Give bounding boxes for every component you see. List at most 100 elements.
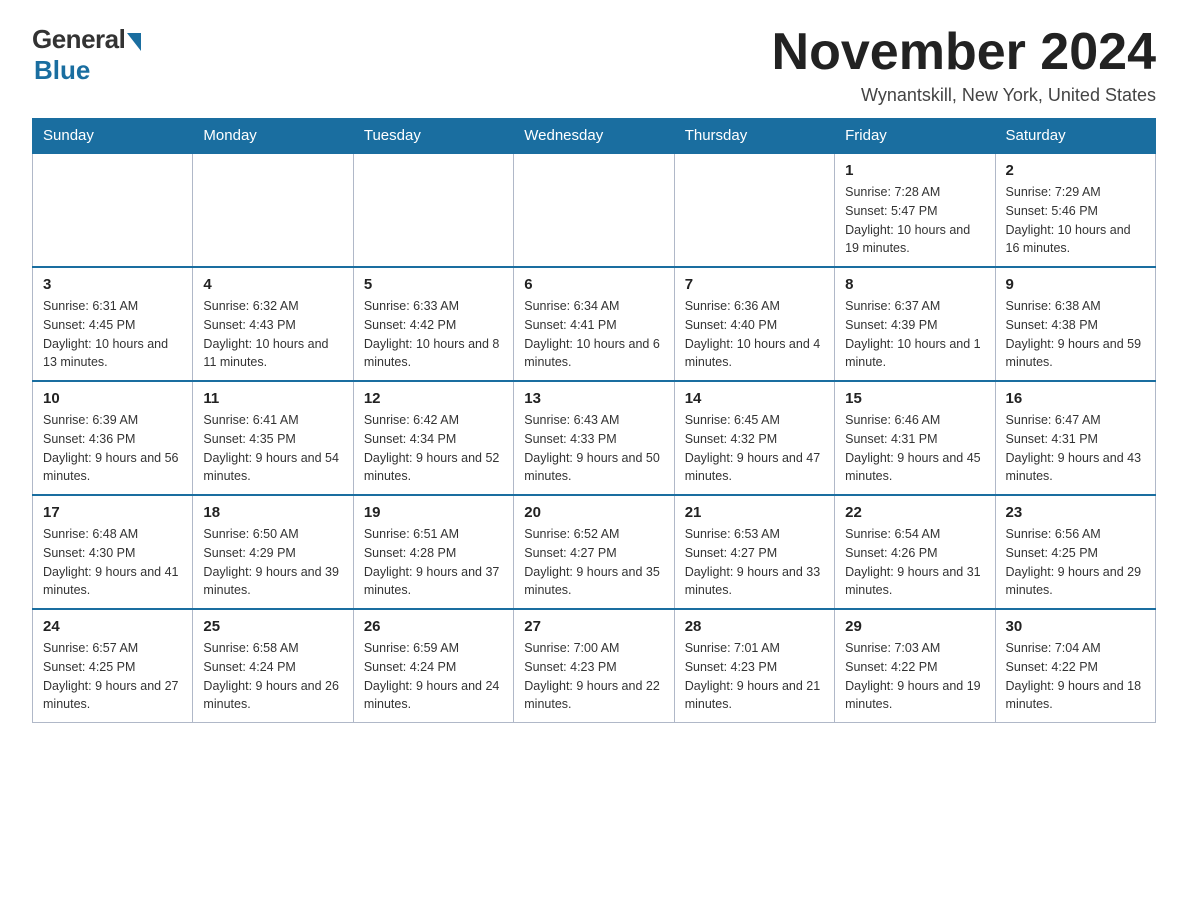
day-number: 9: [1006, 276, 1145, 293]
day-number: 7: [685, 276, 824, 293]
day-info: Sunrise: 6:51 AMSunset: 4:28 PMDaylight:…: [364, 525, 503, 600]
column-header-saturday: Saturday: [995, 119, 1155, 154]
calendar-cell: 18 Sunrise: 6:50 AMSunset: 4:29 PMDayligh…: [193, 495, 353, 609]
day-number: 24: [43, 618, 182, 635]
logo-blue-text: Blue: [34, 55, 90, 86]
day-info: Sunrise: 6:37 AMSunset: 4:39 PMDaylight:…: [845, 297, 984, 372]
calendar-cell: [33, 153, 193, 267]
calendar-cell: 3 Sunrise: 6:31 AMSunset: 4:45 PMDaylight…: [33, 267, 193, 381]
day-number: 23: [1006, 504, 1145, 521]
day-info: Sunrise: 6:47 AMSunset: 4:31 PMDaylight:…: [1006, 411, 1145, 486]
day-number: 3: [43, 276, 182, 293]
day-info: Sunrise: 6:56 AMSunset: 4:25 PMDaylight:…: [1006, 525, 1145, 600]
day-number: 11: [203, 390, 342, 407]
day-info: Sunrise: 6:43 AMSunset: 4:33 PMDaylight:…: [524, 411, 663, 486]
calendar-header-row: SundayMondayTuesdayWednesdayThursdayFrid…: [33, 119, 1156, 154]
calendar-cell: 17Sunrise: 6:48 AMSunset: 4:30 PMDayligh…: [33, 495, 193, 609]
day-number: 16: [1006, 390, 1145, 407]
calendar-cell: 7 Sunrise: 6:36 AMSunset: 4:40 PMDaylight…: [674, 267, 834, 381]
calendar-cell: 21 Sunrise: 6:53 AMSunset: 4:27 PMDayligh…: [674, 495, 834, 609]
column-header-sunday: Sunday: [33, 119, 193, 154]
calendar-cell: 30Sunrise: 7:04 AMSunset: 4:22 PMDayligh…: [995, 609, 1155, 723]
day-number: 5: [364, 276, 503, 293]
day-info: Sunrise: 6:42 AMSunset: 4:34 PMDaylight:…: [364, 411, 503, 486]
calendar-cell: 19 Sunrise: 6:51 AMSunset: 4:28 PMDayligh…: [353, 495, 513, 609]
day-number: 4: [203, 276, 342, 293]
calendar-cell: 22Sunrise: 6:54 AMSunset: 4:26 PMDayligh…: [835, 495, 995, 609]
calendar-cell: 15Sunrise: 6:46 AMSunset: 4:31 PMDayligh…: [835, 381, 995, 495]
title-block: November 2024 Wynantskill, New York, Uni…: [772, 24, 1156, 106]
day-info: Sunrise: 6:53 AMSunset: 4:27 PMDaylight:…: [685, 525, 824, 600]
calendar-cell: 28 Sunrise: 7:01 AMSunset: 4:23 PMDayligh…: [674, 609, 834, 723]
day-number: 1: [845, 162, 984, 179]
day-info: Sunrise: 7:29 AMSunset: 5:46 PMDaylight:…: [1006, 183, 1145, 258]
calendar-cell: 10Sunrise: 6:39 AMSunset: 4:36 PMDayligh…: [33, 381, 193, 495]
day-info: Sunrise: 6:32 AMSunset: 4:43 PMDaylight:…: [203, 297, 342, 372]
month-title: November 2024: [772, 24, 1156, 81]
calendar-cell: 14 Sunrise: 6:45 AMSunset: 4:32 PMDayligh…: [674, 381, 834, 495]
calendar-cell: 13 Sunrise: 6:43 AMSunset: 4:33 PMDayligh…: [514, 381, 674, 495]
column-header-wednesday: Wednesday: [514, 119, 674, 154]
day-number: 28: [685, 618, 824, 635]
day-number: 14: [685, 390, 824, 407]
calendar-cell: 4 Sunrise: 6:32 AMSunset: 4:43 PMDaylight…: [193, 267, 353, 381]
day-info: Sunrise: 6:45 AMSunset: 4:32 PMDaylight:…: [685, 411, 824, 486]
calendar-cell: 2 Sunrise: 7:29 AMSunset: 5:46 PMDaylight…: [995, 153, 1155, 267]
location-text: Wynantskill, New York, United States: [772, 85, 1156, 106]
week-row-4: 17Sunrise: 6:48 AMSunset: 4:30 PMDayligh…: [33, 495, 1156, 609]
day-info: Sunrise: 6:41 AMSunset: 4:35 PMDaylight:…: [203, 411, 342, 486]
day-number: 30: [1006, 618, 1145, 635]
logo: General Blue: [32, 24, 141, 86]
calendar-cell: 20 Sunrise: 6:52 AMSunset: 4:27 PMDayligh…: [514, 495, 674, 609]
calendar-cell: 27 Sunrise: 7:00 AMSunset: 4:23 PMDayligh…: [514, 609, 674, 723]
day-number: 2: [1006, 162, 1145, 179]
calendar-cell: [193, 153, 353, 267]
calendar-cell: 9Sunrise: 6:38 AMSunset: 4:38 PMDaylight…: [995, 267, 1155, 381]
day-number: 29: [845, 618, 984, 635]
column-header-monday: Monday: [193, 119, 353, 154]
day-info: Sunrise: 6:50 AMSunset: 4:29 PMDaylight:…: [203, 525, 342, 600]
calendar-cell: 12 Sunrise: 6:42 AMSunset: 4:34 PMDayligh…: [353, 381, 513, 495]
column-header-thursday: Thursday: [674, 119, 834, 154]
day-number: 19: [364, 504, 503, 521]
calendar-cell: 11 Sunrise: 6:41 AMSunset: 4:35 PMDayligh…: [193, 381, 353, 495]
day-info: Sunrise: 6:57 AMSunset: 4:25 PMDaylight:…: [43, 639, 182, 714]
logo-arrow-icon: [127, 33, 141, 51]
day-number: 18: [203, 504, 342, 521]
calendar-cell: 6Sunrise: 6:34 AMSunset: 4:41 PMDaylight…: [514, 267, 674, 381]
day-number: 21: [685, 504, 824, 521]
column-header-friday: Friday: [835, 119, 995, 154]
calendar-cell: 29 Sunrise: 7:03 AMSunset: 4:22 PMDayligh…: [835, 609, 995, 723]
day-number: 6: [524, 276, 663, 293]
calendar-cell: [353, 153, 513, 267]
day-info: Sunrise: 6:31 AMSunset: 4:45 PMDaylight:…: [43, 297, 182, 372]
day-number: 22: [845, 504, 984, 521]
calendar-cell: [514, 153, 674, 267]
day-info: Sunrise: 6:52 AMSunset: 4:27 PMDaylight:…: [524, 525, 663, 600]
day-number: 17: [43, 504, 182, 521]
week-row-2: 3 Sunrise: 6:31 AMSunset: 4:45 PMDaylight…: [33, 267, 1156, 381]
day-info: Sunrise: 7:00 AMSunset: 4:23 PMDaylight:…: [524, 639, 663, 714]
day-number: 20: [524, 504, 663, 521]
day-number: 12: [364, 390, 503, 407]
day-info: Sunrise: 6:36 AMSunset: 4:40 PMDaylight:…: [685, 297, 824, 372]
day-number: 27: [524, 618, 663, 635]
calendar-cell: 25Sunrise: 6:58 AMSunset: 4:24 PMDayligh…: [193, 609, 353, 723]
calendar-cell: 23 Sunrise: 6:56 AMSunset: 4:25 PMDayligh…: [995, 495, 1155, 609]
day-number: 13: [524, 390, 663, 407]
day-number: 15: [845, 390, 984, 407]
day-info: Sunrise: 7:01 AMSunset: 4:23 PMDaylight:…: [685, 639, 824, 714]
calendar-cell: 8Sunrise: 6:37 AMSunset: 4:39 PMDaylight…: [835, 267, 995, 381]
calendar-cell: 5Sunrise: 6:33 AMSunset: 4:42 PMDaylight…: [353, 267, 513, 381]
day-info: Sunrise: 6:58 AMSunset: 4:24 PMDaylight:…: [203, 639, 342, 714]
day-info: Sunrise: 7:03 AMSunset: 4:22 PMDaylight:…: [845, 639, 984, 714]
day-info: Sunrise: 7:28 AMSunset: 5:47 PMDaylight:…: [845, 183, 984, 258]
calendar-cell: 26Sunrise: 6:59 AMSunset: 4:24 PMDayligh…: [353, 609, 513, 723]
logo-general-text: General: [32, 24, 125, 55]
calendar-cell: 24 Sunrise: 6:57 AMSunset: 4:25 PMDayligh…: [33, 609, 193, 723]
calendar-cell: 1 Sunrise: 7:28 AMSunset: 5:47 PMDaylight…: [835, 153, 995, 267]
calendar-cell: 16 Sunrise: 6:47 AMSunset: 4:31 PMDayligh…: [995, 381, 1155, 495]
week-row-5: 24 Sunrise: 6:57 AMSunset: 4:25 PMDayligh…: [33, 609, 1156, 723]
day-number: 10: [43, 390, 182, 407]
day-number: 26: [364, 618, 503, 635]
